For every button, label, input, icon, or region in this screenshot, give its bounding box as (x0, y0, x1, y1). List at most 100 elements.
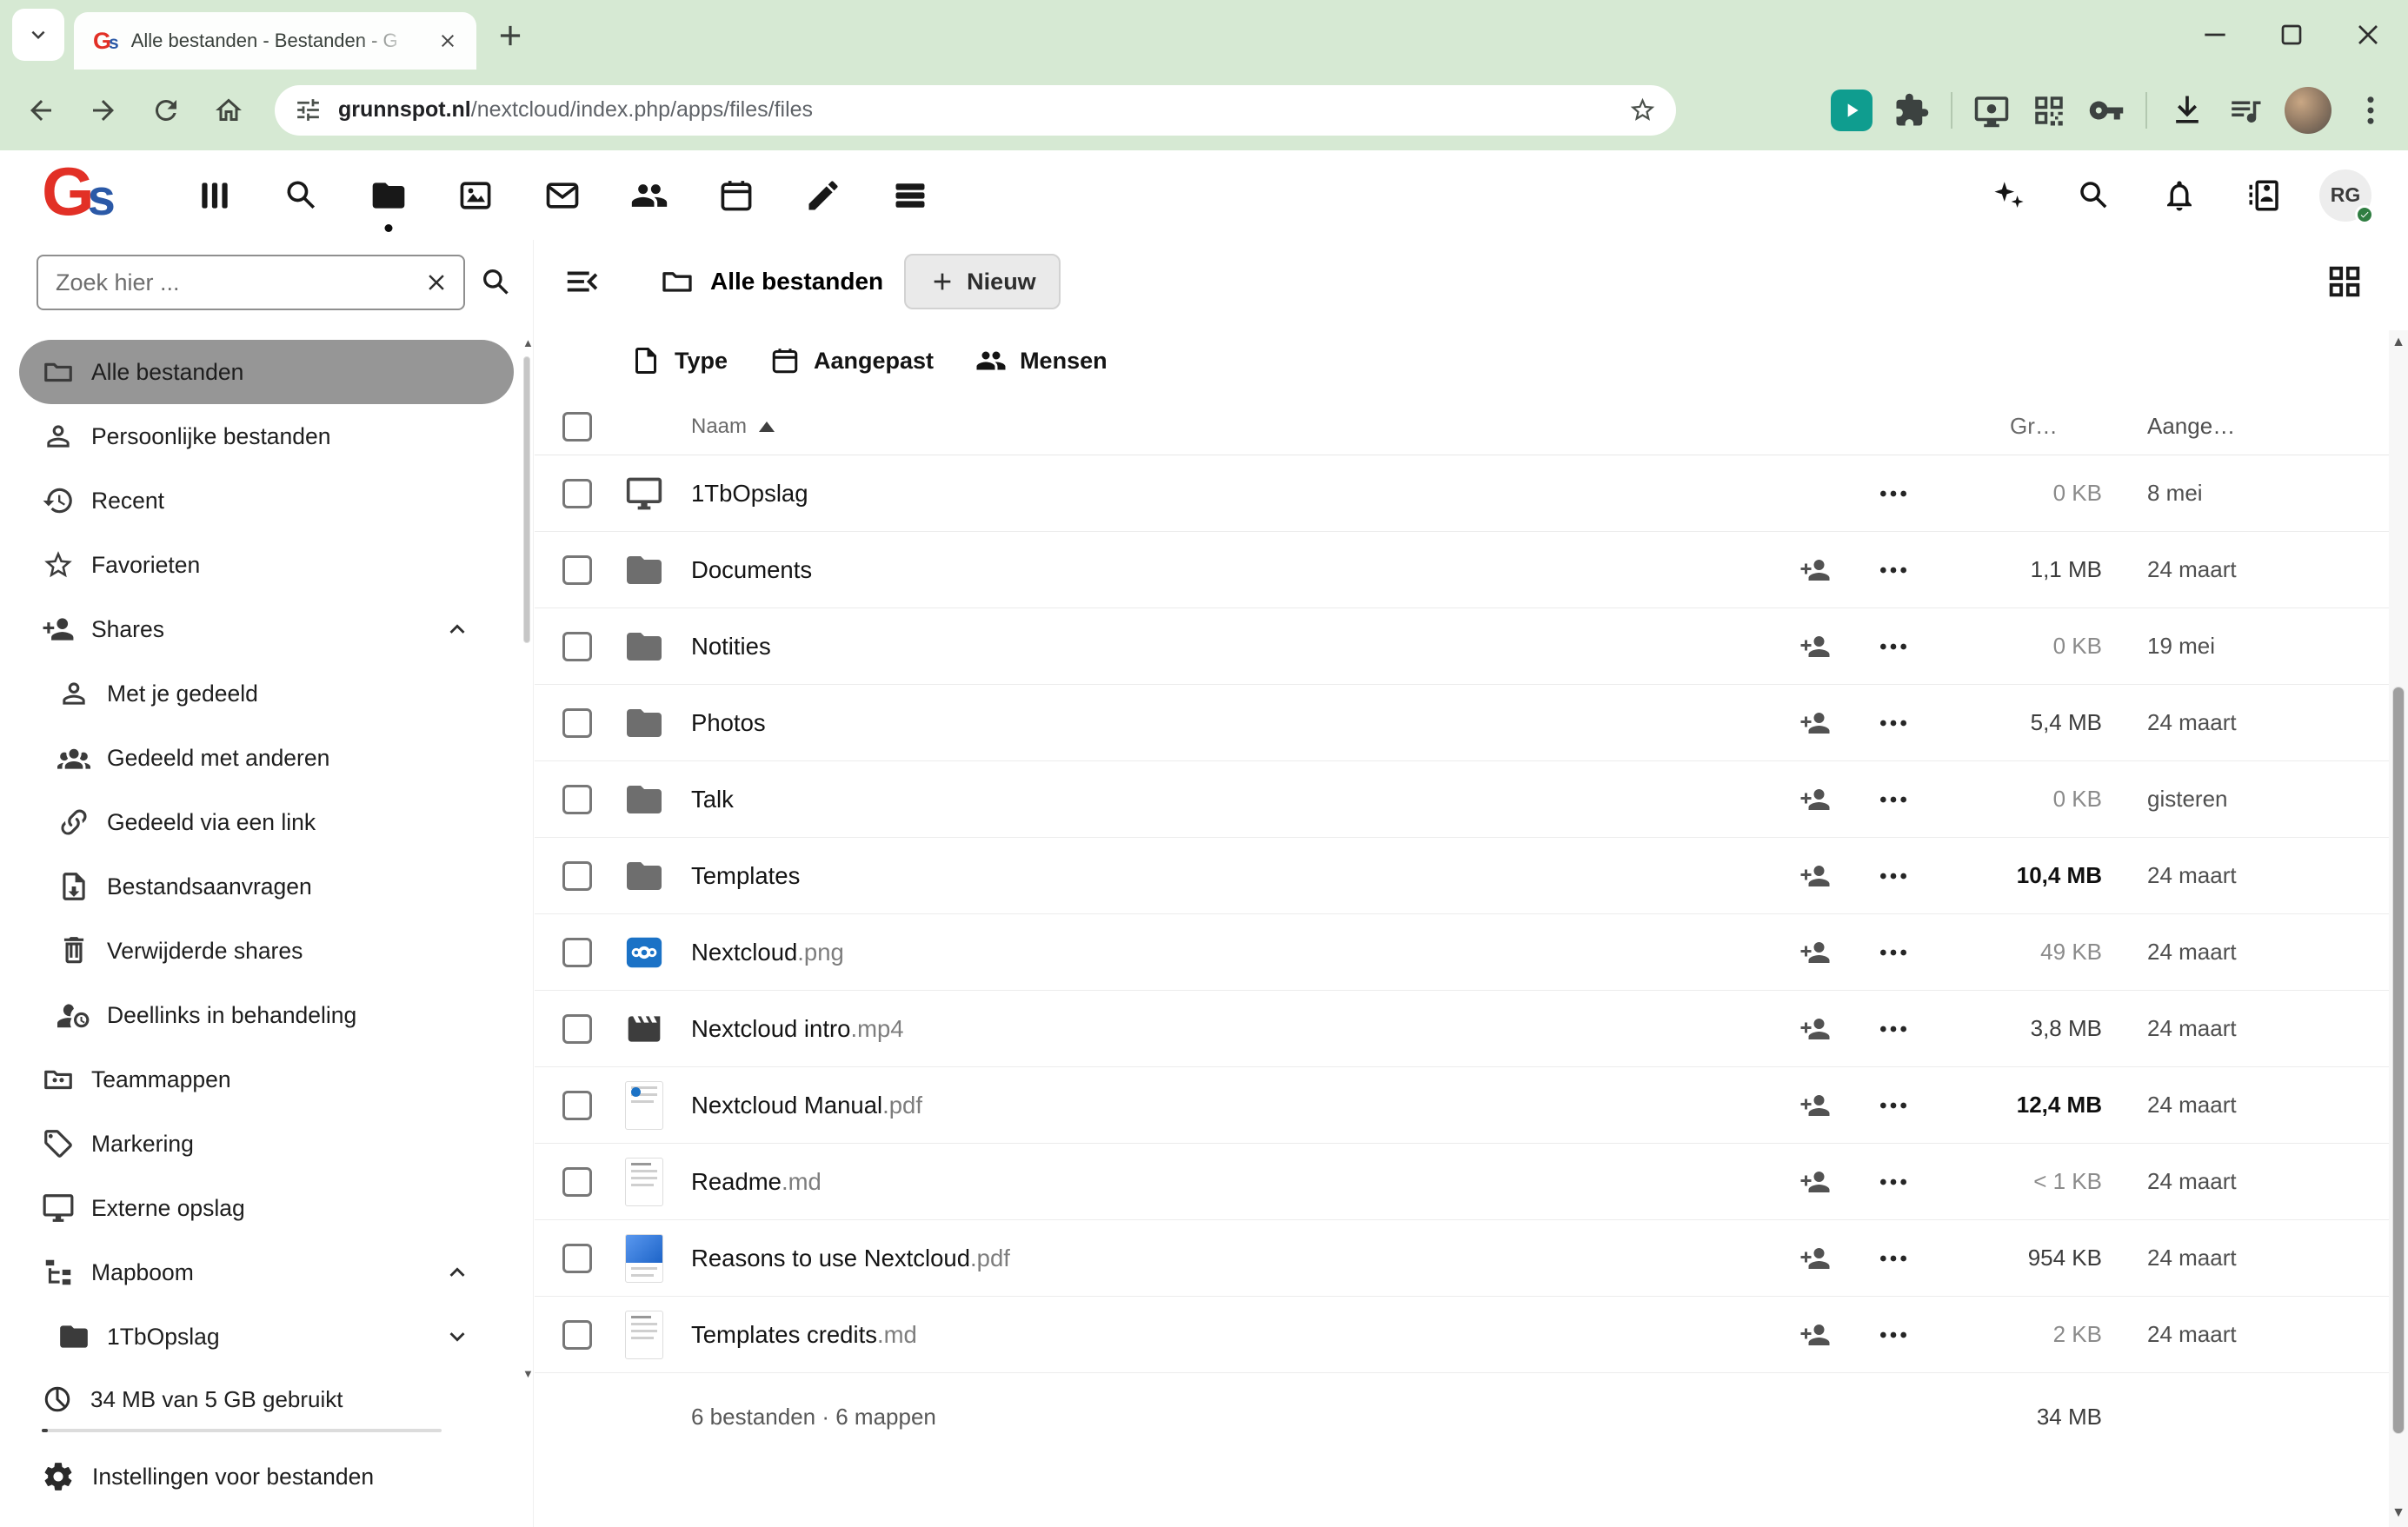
share-add-icon[interactable] (1799, 1013, 1831, 1045)
file-name[interactable]: Talk (691, 786, 1791, 813)
sidebar-item-verwijderde-shares[interactable]: Verwijderde shares (19, 919, 514, 983)
row-actions-menu-icon[interactable] (1876, 1088, 1911, 1123)
row-checkbox[interactable] (562, 1244, 592, 1273)
app-search[interactable] (258, 150, 345, 240)
sidebar-item-alle-bestanden[interactable]: Alle bestanden (19, 340, 514, 404)
downloads-icon[interactable] (2168, 91, 2206, 129)
app-contacts[interactable] (606, 150, 693, 240)
row-actions-menu-icon[interactable] (1876, 553, 1911, 588)
file-row-nextcloud-manual[interactable]: Nextcloud Manual.pdf12,4 MB24 maart (535, 1067, 2408, 1144)
file-row-talk[interactable]: Talk0 KBgisteren (535, 761, 2408, 838)
sidebar-item-met-je-gedeeld[interactable]: Met je gedeeld (19, 661, 514, 726)
share-add-icon[interactable] (1799, 860, 1831, 892)
file-row-reasons-to-use-nextcloud[interactable]: Reasons to use Nextcloud.pdf954 KB24 maa… (535, 1220, 2408, 1297)
share-add-icon[interactable] (1799, 554, 1831, 586)
active-tab[interactable]: Gs Alle bestanden - Bestanden - G (74, 12, 476, 70)
file-name[interactable]: Readme.md (691, 1168, 1791, 1196)
app-notes[interactable] (780, 150, 867, 240)
extension-teal-icon[interactable] (1831, 90, 1873, 131)
password-key-icon[interactable] (2088, 92, 2125, 129)
file-row-nextcloud[interactable]: Nextcloud.png49 KB24 maart (535, 914, 2408, 991)
share-add-icon[interactable] (1799, 784, 1831, 815)
file-name[interactable]: Templates (691, 862, 1791, 890)
browser-profile-avatar[interactable] (2285, 87, 2332, 134)
row-actions-menu-icon[interactable] (1876, 782, 1911, 817)
assistant-button[interactable] (1966, 150, 2052, 240)
bookmark-star-icon[interactable] (1628, 96, 1657, 124)
grid-view-toggle-icon[interactable] (2325, 262, 2365, 302)
app-deck[interactable] (867, 150, 954, 240)
clear-search-icon[interactable] (423, 269, 449, 295)
scroll-down-icon[interactable]: ▼ (522, 1368, 531, 1379)
file-name[interactable]: Reasons to use Nextcloud.pdf (691, 1245, 1791, 1272)
nextcloud-logo[interactable]: Gs (42, 157, 116, 227)
file-row-notities[interactable]: Notities0 KB19 mei (535, 608, 2408, 685)
reload-button[interactable] (139, 83, 193, 137)
back-button[interactable] (14, 83, 68, 137)
app-mail[interactable] (519, 150, 606, 240)
home-button[interactable] (202, 83, 256, 137)
row-actions-menu-icon[interactable] (1876, 1165, 1911, 1199)
column-header-modified[interactable]: Aangepast (2147, 413, 2408, 440)
row-checkbox[interactable] (562, 1167, 592, 1197)
file-row-templates[interactable]: Templates10,4 MB24 maart (535, 838, 2408, 914)
file-name[interactable]: Photos (691, 709, 1791, 737)
app-calendar[interactable] (693, 150, 780, 240)
sidebar-item-1tbopslag[interactable]: 1TbOpslag (19, 1305, 514, 1369)
app-files[interactable] (345, 150, 432, 240)
row-actions-menu-icon[interactable] (1876, 1241, 1911, 1276)
share-add-icon[interactable] (1799, 1166, 1831, 1198)
row-checkbox[interactable] (562, 938, 592, 967)
filter-chip-aangepast[interactable]: Aangepast (769, 345, 934, 376)
share-add-icon[interactable] (1799, 631, 1831, 662)
file-row-templates-credits[interactable]: Templates credits.md2 KB24 maart (535, 1297, 2408, 1373)
row-actions-menu-icon[interactable] (1876, 1012, 1911, 1046)
row-actions-menu-icon[interactable] (1876, 1318, 1911, 1352)
share-add-icon[interactable] (1799, 707, 1831, 739)
file-row-nextcloud-intro[interactable]: Nextcloud intro.mp43,8 MB24 maart (535, 991, 2408, 1067)
file-row-photos[interactable]: Photos5,4 MB24 maart (535, 685, 2408, 761)
column-header-size[interactable]: Grootte (1918, 413, 2102, 440)
qr-code-icon[interactable] (2031, 92, 2067, 129)
sidebar-item-markering[interactable]: Markering (19, 1112, 514, 1176)
search-input[interactable]: Zoek hier ... (37, 255, 465, 310)
scroll-up-icon[interactable]: ▲ (2389, 335, 2408, 349)
file-row-readme[interactable]: Readme.md< 1 KB24 maart (535, 1144, 2408, 1220)
scroll-down-icon[interactable]: ▼ (2389, 1506, 2408, 1520)
new-button[interactable]: Nieuw (904, 254, 1061, 309)
app-photos[interactable] (432, 150, 519, 240)
file-name[interactable]: Templates credits.md (691, 1321, 1791, 1349)
sidebar-item-teammappen[interactable]: Teammappen (19, 1047, 514, 1112)
site-info-icon[interactable] (294, 96, 323, 124)
chevron-up-icon[interactable] (442, 1258, 472, 1287)
notifications-button[interactable] (2137, 150, 2222, 240)
row-checkbox[interactable] (562, 479, 592, 508)
scroll-up-icon[interactable]: ▲ (522, 337, 531, 349)
row-actions-menu-icon[interactable] (1876, 476, 1911, 511)
row-checkbox[interactable] (562, 861, 592, 891)
app-dashboard[interactable] (171, 150, 258, 240)
row-checkbox[interactable] (562, 1091, 592, 1120)
sidebar-item-persoonlijke-bestanden[interactable]: Persoonlijke bestanden (19, 404, 514, 468)
row-actions-menu-icon[interactable] (1876, 629, 1911, 664)
select-all-checkbox[interactable] (562, 412, 592, 442)
share-add-icon[interactable] (1799, 1243, 1831, 1274)
browser-menu-icon[interactable] (2352, 92, 2389, 129)
file-name[interactable]: Documents (691, 556, 1791, 584)
contacts-menu-button[interactable] (2222, 150, 2307, 240)
file-name[interactable]: Nextcloud Manual.pdf (691, 1092, 1791, 1119)
chevron-down-icon[interactable] (442, 1322, 472, 1351)
chevron-up-icon[interactable] (442, 614, 472, 644)
share-add-icon[interactable] (1799, 1319, 1831, 1351)
file-name[interactable]: Nextcloud intro.mp4 (691, 1015, 1791, 1043)
row-checkbox[interactable] (562, 1320, 592, 1350)
row-actions-menu-icon[interactable] (1876, 706, 1911, 740)
new-tab-button[interactable] (494, 19, 527, 52)
user-avatar[interactable]: RG (2319, 169, 2371, 222)
file-row-1tbopslag[interactable]: 1TbOpslag0 KB8 mei (535, 455, 2408, 532)
main-scrollbar[interactable]: ▲ ▼ (2389, 330, 2408, 1527)
sidebar-scrollbar[interactable]: ▲ ▼ (522, 337, 531, 1379)
sidebar-item-gedeeld-met-anderen[interactable]: Gedeeld met anderen (19, 726, 514, 790)
sidebar-item-shares[interactable]: Shares (19, 597, 514, 661)
sidebar-item-externe-opslag[interactable]: Externe opslag (19, 1176, 514, 1240)
